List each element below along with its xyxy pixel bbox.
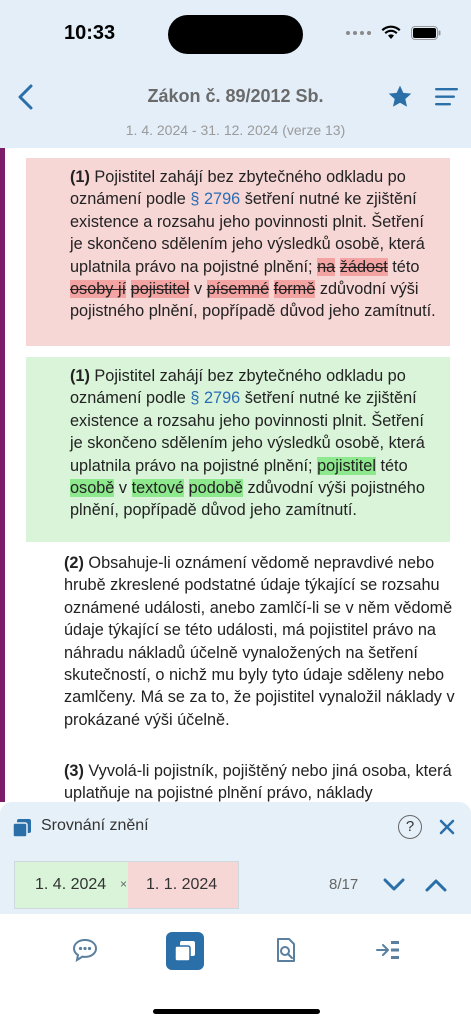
compare-title: Srovnání znění [41, 817, 149, 834]
change-counter: 8/17 [329, 876, 359, 893]
home-indicator [153, 1009, 320, 1014]
paragraph-number: (3) [64, 762, 84, 780]
section-marker [0, 148, 5, 802]
paragraph-3: (3) Vyvolá-li pojistník, pojištěný nebo … [64, 760, 456, 805]
text: v [189, 280, 207, 299]
comments-tab[interactable] [72, 938, 98, 962]
paragraph-number: (1) [70, 168, 90, 186]
close-compare-button[interactable] [438, 818, 456, 836]
jump-to-tab[interactable] [375, 938, 401, 962]
search-in-document-tab[interactable] [274, 937, 298, 963]
deleted-text: žádost [339, 257, 388, 276]
date-from-selector[interactable]: 1. 4. 2024 [14, 861, 128, 909]
section-link[interactable]: § 2796 [190, 389, 240, 407]
section-link[interactable]: § 2796 [190, 190, 240, 208]
deleted-text: formě [273, 280, 316, 299]
paragraph-text: Vyvolá-li pojistník, pojištěný nebo jiná… [64, 762, 452, 803]
paragraph-number: (1) [70, 367, 90, 385]
deleted-text: osoby jí [70, 280, 127, 299]
inserted-text: pojistitel [317, 456, 376, 475]
date-to-selector[interactable]: 1. 1. 2024 [128, 861, 239, 909]
paragraph-2: (2) Obsahuje-li oznámení vědomě nepravdi… [64, 552, 456, 731]
old-version-paragraph: (1) Pojistitel zahájí bez zbytečného odk… [26, 158, 450, 346]
inserted-text: osobě [70, 479, 115, 498]
compare-icon [174, 941, 195, 962]
favorite-button[interactable] [387, 84, 413, 110]
compare-tab[interactable] [166, 932, 204, 970]
status-icons [346, 25, 441, 40]
signal-icon [346, 30, 371, 35]
status-time: 10:33 [64, 22, 116, 44]
date-separator: × [120, 877, 128, 891]
copy-icon [12, 819, 31, 838]
next-change-button[interactable] [382, 874, 406, 896]
paragraph-number: (2) [64, 554, 84, 572]
inserted-text: podobě [188, 479, 243, 498]
text: této [387, 257, 420, 276]
deleted-text: pojistitel [130, 280, 190, 299]
battery-icon [411, 25, 441, 40]
deleted-text: na [317, 257, 336, 276]
bottom-tab-bar [0, 914, 471, 1024]
new-version-paragraph: (1) Pojistitel zahájí bez zbytečného odk… [26, 357, 450, 542]
dynamic-island [168, 15, 303, 54]
paragraph-text: Obsahuje-li oznámení vědomě nepravdivé n… [64, 554, 455, 729]
help-button[interactable]: ? [398, 815, 422, 839]
wifi-icon [381, 25, 401, 39]
deleted-text: písemné [206, 280, 270, 299]
text: v [114, 479, 132, 498]
menu-button[interactable] [434, 86, 460, 108]
version-range: 1. 4. 2024 - 31. 12. 2024 (verze 13) [125, 122, 346, 138]
inserted-text: textové [131, 479, 185, 498]
previous-change-button[interactable] [424, 874, 448, 896]
text: této [375, 456, 408, 475]
